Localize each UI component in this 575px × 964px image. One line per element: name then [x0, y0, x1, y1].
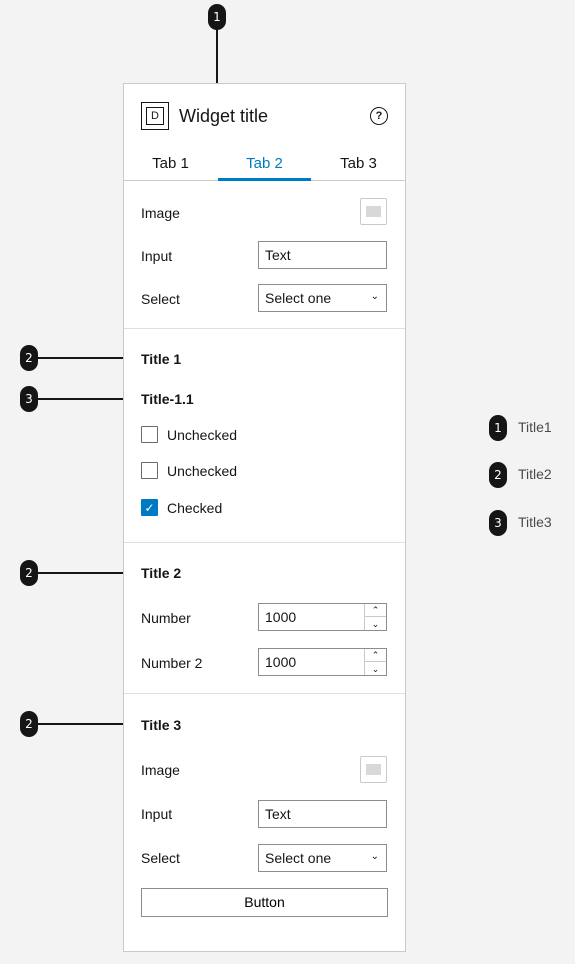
chevron-down-icon[interactable]: ⌄ — [365, 617, 386, 630]
widget-panel: D Widget title ? Tab 1 Tab 2 Tab 3 Image… — [123, 83, 406, 952]
select-dropdown[interactable]: Select one ⌄ — [258, 284, 387, 312]
section-subtitle-1-1: Title-1.1 — [141, 391, 194, 407]
number2-value: 1000 — [265, 654, 297, 670]
marker-line-title1 — [36, 357, 128, 359]
number2-label: Number 2 — [141, 655, 203, 671]
select-dropdown-2[interactable]: Select one ⌄ — [258, 844, 387, 872]
number-stepper-controls: ⌃ ⌄ — [364, 604, 386, 630]
image-placeholder-icon[interactable] — [360, 756, 387, 783]
checkbox-3-label: Checked — [167, 500, 223, 516]
number-stepper[interactable]: 1000 ⌃ ⌄ — [258, 603, 387, 631]
number2-stepper-controls: ⌃ ⌄ — [364, 649, 386, 675]
section-title-3-heading: Title 3 — [141, 717, 182, 733]
section-title-2-heading: Title 2 — [141, 565, 182, 581]
input-field[interactable]: Text — [258, 241, 387, 269]
legend-text-2: Title2 — [518, 466, 552, 482]
chevron-down-icon[interactable]: ⌄ — [365, 662, 386, 675]
number2-stepper[interactable]: 1000 ⌃ ⌄ — [258, 648, 387, 676]
number-value: 1000 — [265, 609, 297, 625]
marker-line-title3 — [36, 723, 128, 725]
checkbox-1[interactable] — [141, 426, 158, 443]
legend-text-1: Title1 — [518, 419, 552, 435]
legend-text-3: Title3 — [518, 514, 552, 530]
tab-3[interactable]: Tab 3 — [312, 154, 405, 181]
widget-type-icon-letter: D — [146, 107, 164, 125]
widget-header: D Widget title ? Tab 1 Tab 2 Tab 3 — [124, 84, 405, 181]
image-label-2: Image — [141, 762, 180, 778]
checkmark-icon: ✓ — [144, 500, 155, 515]
number-label: Number — [141, 610, 191, 626]
checkbox-3[interactable]: ✓ — [141, 499, 158, 516]
select-value-2: Select one — [265, 850, 332, 866]
marker-line-title11 — [36, 398, 128, 400]
widget-type-icon: D — [141, 102, 169, 130]
input-field-2[interactable]: Text — [258, 800, 387, 828]
select-label-2: Select — [141, 850, 180, 866]
image-label: Image — [141, 205, 180, 221]
checkbox-2-label: Unchecked — [167, 463, 238, 479]
primary-button[interactable]: Button — [141, 888, 388, 917]
chevron-down-icon: ⌄ — [370, 291, 379, 302]
input-label: Input — [141, 248, 173, 264]
legend-badge-1: 1 — [489, 415, 507, 441]
checkbox-1-label: Unchecked — [167, 427, 238, 443]
chevron-down-icon: ⌄ — [370, 851, 379, 862]
tab-1[interactable]: Tab 1 — [124, 154, 217, 181]
select-value: Select one — [265, 290, 332, 306]
widget-title: Widget title — [179, 106, 269, 126]
select-label: Select — [141, 291, 180, 307]
section-title-1-heading: Title 1 — [141, 351, 182, 367]
tab-2[interactable]: Tab 2 — [218, 154, 311, 181]
section-title-2: Title 2 Number 1000 ⌃ ⌄ Number 2 1000 ⌃ … — [124, 543, 405, 694]
section-general: Image Input Text Select Select one ⌄ — [124, 181, 405, 329]
input-label-2: Input — [141, 806, 173, 822]
legend-badge-3: 3 — [489, 510, 507, 536]
checkbox-2[interactable] — [141, 462, 158, 479]
help-icon[interactable]: ? — [370, 107, 388, 125]
section-title-1: Title 1 Title-1.1 Unchecked Unchecked ✓ … — [124, 329, 405, 543]
image-placeholder-icon[interactable] — [360, 198, 387, 225]
marker-line-title2 — [36, 572, 128, 574]
legend-badge-2: 2 — [489, 462, 507, 488]
marker-badge-1: 1 — [208, 4, 226, 30]
marker-line-1 — [216, 28, 218, 90]
